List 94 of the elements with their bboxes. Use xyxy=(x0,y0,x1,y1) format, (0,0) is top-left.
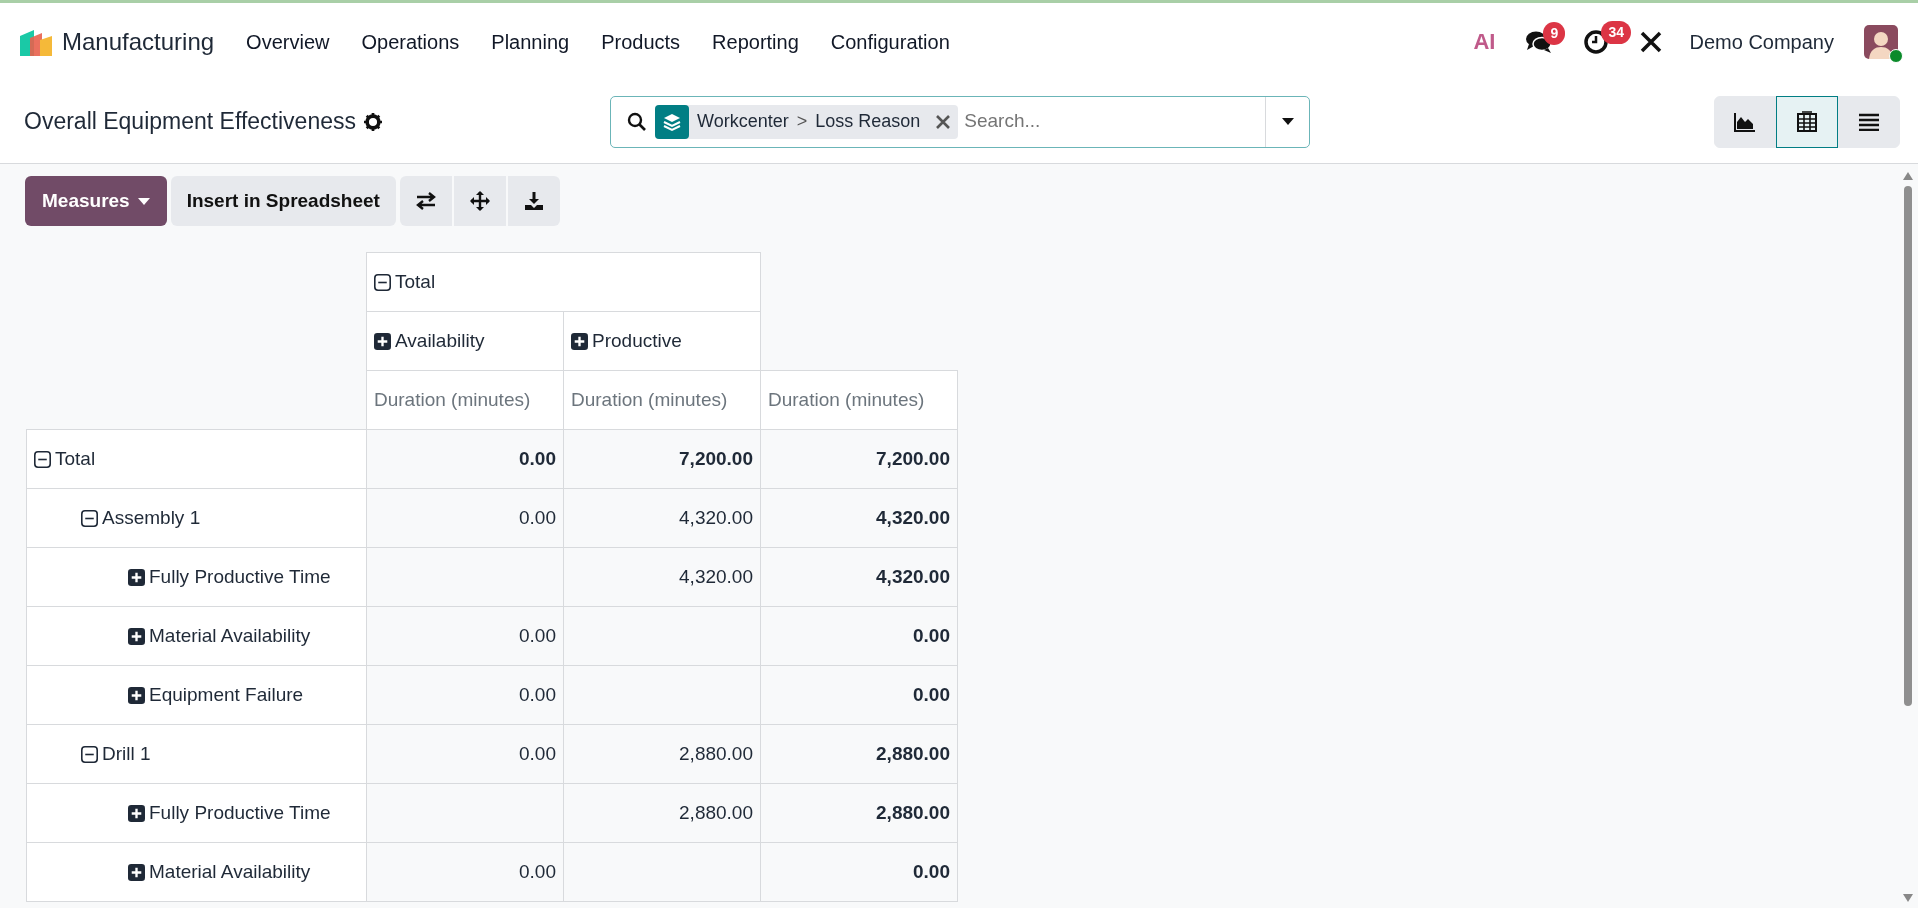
column-header[interactable]: Total xyxy=(366,252,761,312)
row-header[interactable]: Fully Productive Time xyxy=(26,783,367,843)
value-cell: 0.00 xyxy=(366,606,564,666)
settings-icon[interactable] xyxy=(363,112,382,131)
row-label: Fully Productive Time xyxy=(149,564,331,589)
row-label: Total xyxy=(55,446,96,471)
value-cell: 4,320.00 xyxy=(563,488,761,548)
insert-spreadsheet-button[interactable]: Insert in Spreadsheet xyxy=(170,176,396,226)
value-cell: 0.00 xyxy=(760,606,958,666)
column-header[interactable]: Productive xyxy=(563,311,761,371)
row-header[interactable]: Drill 1 xyxy=(26,724,367,784)
menu-item[interactable]: Products xyxy=(585,26,697,57)
company-name[interactable]: Demo Company xyxy=(1689,26,1834,57)
value-cell: 0.00 xyxy=(366,665,564,725)
column-header[interactable]: Availability xyxy=(366,311,564,371)
list-icon xyxy=(1858,112,1880,131)
search-icon xyxy=(627,111,647,132)
plus-square-icon xyxy=(128,804,145,822)
value-cell: 0.00 xyxy=(760,842,958,902)
facet-value: Loss Reason xyxy=(815,110,921,133)
download-icon xyxy=(523,191,544,211)
caret-icon xyxy=(137,197,150,205)
row-header[interactable]: Material Availability xyxy=(26,842,367,902)
avatar-icon[interactable] xyxy=(1864,24,1898,59)
header-label: Productive xyxy=(592,328,682,353)
value-cell: 0.00 xyxy=(366,724,564,784)
area-chart-icon xyxy=(1734,111,1756,132)
notification-count: 9 xyxy=(1543,21,1566,45)
value-cell: 4,320.00 xyxy=(760,488,958,548)
layers-icon xyxy=(662,111,682,132)
row-label: Material Availability xyxy=(149,859,311,884)
notification-count: 34 xyxy=(1601,20,1632,44)
row-header[interactable]: Material Availability xyxy=(26,606,367,666)
minus-square-icon xyxy=(81,745,98,763)
row-header[interactable]: Assembly 1 xyxy=(26,488,367,548)
measures-button[interactable]: Measures xyxy=(25,176,167,226)
row-header[interactable]: Fully Productive Time xyxy=(26,547,367,607)
value-cell: 4,320.00 xyxy=(760,547,958,607)
page-title: Overall Equipment Effectiveness xyxy=(24,107,356,137)
swap-arrows-icon xyxy=(414,192,437,210)
row-label: Material Availability xyxy=(149,623,311,648)
value-cell: 0.00 xyxy=(366,842,564,902)
move-arrows-icon xyxy=(469,191,490,211)
facet-value: Workcenter xyxy=(697,110,789,133)
row-label: Drill 1 xyxy=(102,741,151,766)
menu-item[interactable]: Overview xyxy=(230,26,346,57)
app-name[interactable]: Manufacturing xyxy=(62,23,215,60)
value-cell: 7,200.00 xyxy=(563,429,761,489)
minus-square-icon xyxy=(81,509,98,527)
value-cell: 7,200.00 xyxy=(760,429,958,489)
menu-item[interactable]: Operations xyxy=(345,26,476,57)
row-header[interactable]: Total xyxy=(26,429,367,489)
row-label: Fully Productive Time xyxy=(149,800,331,825)
caret-icon[interactable] xyxy=(1281,118,1294,125)
value-cell: 2,880.00 xyxy=(760,724,958,784)
app-logo-icon xyxy=(20,27,54,56)
minus-square-icon xyxy=(34,450,51,468)
measure-header: Duration (minutes) xyxy=(366,370,564,430)
value-cell: 0.00 xyxy=(366,429,564,489)
menu-item[interactable]: Planning xyxy=(475,26,586,57)
clock-icon[interactable] xyxy=(1583,28,1610,55)
value-cell: 4,320.00 xyxy=(563,547,761,607)
row-label: Equipment Failure xyxy=(149,682,304,707)
row-header[interactable]: Equipment Failure xyxy=(26,665,367,725)
search-facet[interactable]: Workcenter > Loss Reason xyxy=(655,104,959,139)
ai-logo[interactable]: AI xyxy=(1473,25,1496,58)
view-switch-button[interactable] xyxy=(1776,95,1838,148)
plus-square-icon xyxy=(571,332,588,350)
value-cell: 0.00 xyxy=(366,488,564,548)
value-cell: 2,880.00 xyxy=(760,783,958,843)
plus-square-icon xyxy=(128,863,145,881)
search-field[interactable]: Workcenter > Loss Reason Search... xyxy=(610,95,1310,148)
plus-square-icon xyxy=(128,568,145,586)
plus-square-icon xyxy=(128,686,145,704)
menu-item[interactable]: Configuration xyxy=(814,26,966,57)
table-icon xyxy=(1796,110,1818,133)
row-label: Assembly 1 xyxy=(102,505,201,530)
value-cell: 0.00 xyxy=(760,665,958,725)
scrollbar[interactable] xyxy=(1902,172,1914,902)
facet-separator: > xyxy=(796,110,808,133)
measure-header: Duration (minutes) xyxy=(563,370,761,430)
expand-all-button[interactable] xyxy=(453,176,506,226)
flip-axis-button[interactable] xyxy=(399,176,452,226)
value-cell: 2,880.00 xyxy=(563,783,761,843)
header-label: Availability xyxy=(395,328,485,353)
plus-square-icon xyxy=(374,332,391,350)
header-label: Total xyxy=(395,269,436,294)
download-button[interactable] xyxy=(507,176,560,226)
minus-square-icon xyxy=(374,273,391,291)
plus-square-icon xyxy=(128,627,145,645)
value-cell: 2,880.00 xyxy=(563,724,761,784)
close-icon[interactable] xyxy=(936,114,951,129)
menu-item[interactable]: Reporting xyxy=(696,26,815,57)
measure-header: Duration (minutes) xyxy=(760,370,958,430)
